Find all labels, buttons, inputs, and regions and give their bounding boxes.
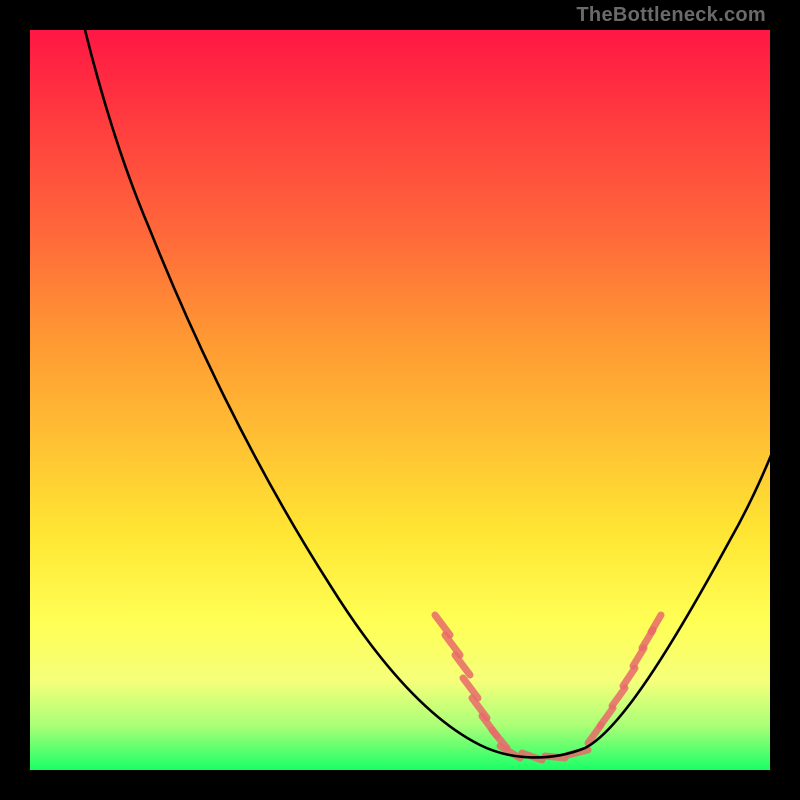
highlight-hatch-left (435, 615, 507, 748)
bottleneck-curve (85, 30, 772, 757)
chart-frame: TheBottleneck.com (0, 0, 800, 800)
curve-svg (30, 30, 770, 770)
chart-plot-area (30, 30, 770, 770)
highlight-hatch-right (588, 615, 661, 743)
watermark-text: TheBottleneck.com (576, 4, 766, 27)
